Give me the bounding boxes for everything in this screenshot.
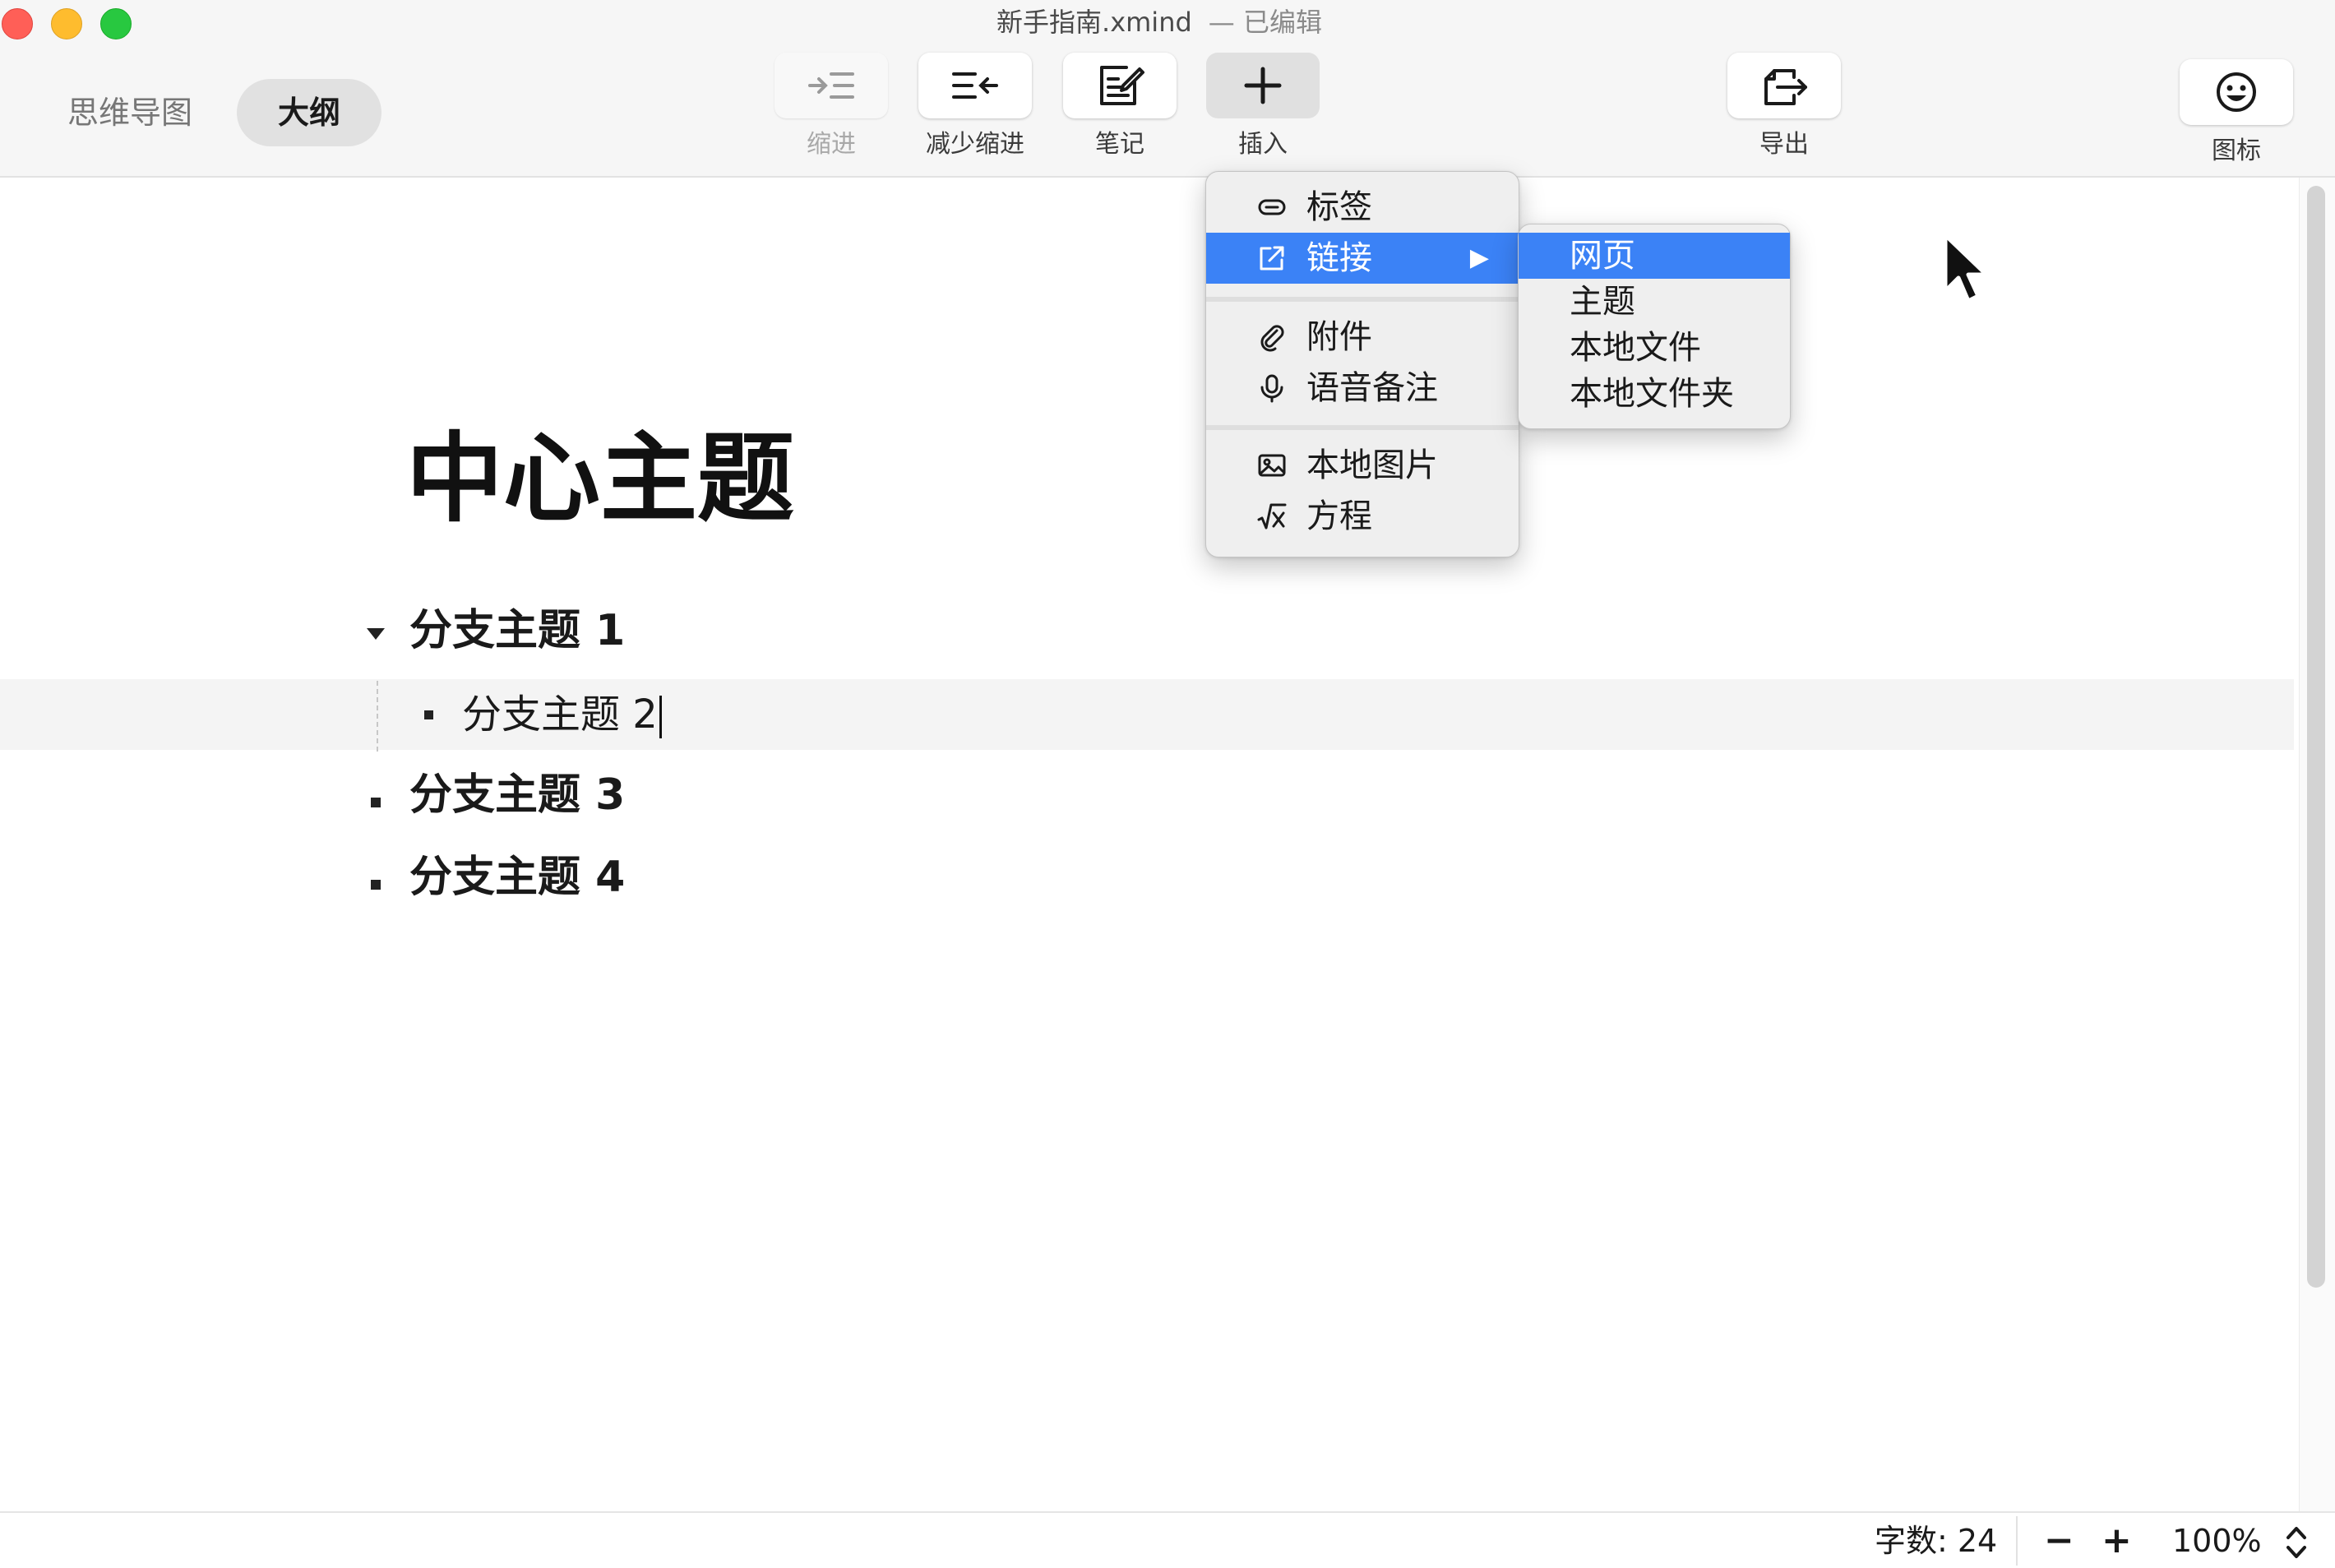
menu-item-label: 本地图片	[1306, 446, 1438, 484]
external-link-icon	[1260, 246, 1284, 271]
zoom-stepper-icon[interactable]	[2284, 1523, 2309, 1562]
menu-item-tag[interactable]: 标签	[1206, 182, 1519, 233]
word-count: 字数: 24	[1875, 1523, 1998, 1559]
submenu-item-label: 本地文件	[1570, 329, 1701, 367]
menu-item-label: 链接	[1306, 239, 1372, 277]
tag-icon	[1258, 199, 1286, 215]
menu-item-link[interactable]: 链接 ▶	[1206, 233, 1519, 284]
menu-item-equation[interactable]: 方程	[1206, 491, 1519, 542]
menu-item-label: 附件	[1306, 318, 1372, 356]
view-mindmap-tab[interactable]: 思维导图	[36, 79, 224, 146]
window-title: 新手指南.xmind — 已编辑	[0, 3, 2319, 41]
smiley-icon	[2217, 72, 2256, 112]
indent-icon	[808, 72, 854, 99]
branch-topic-1[interactable]: 分支主题 1	[409, 602, 625, 659]
submenu-item-topic[interactable]: 主题	[1519, 279, 1790, 325]
submenu-arrow-icon: ▶	[1469, 243, 1489, 272]
status-bar: 字数: 24 − + 100%	[0, 1511, 2335, 1568]
icons-button[interactable]	[2180, 59, 2293, 125]
menu-item-label: 方程	[1306, 497, 1372, 535]
bullet-icon	[371, 880, 381, 890]
mouse-pointer-icon	[1943, 233, 1989, 303]
insert-tool[interactable]: 插入	[1205, 53, 1320, 161]
zoom-level[interactable]: 100%	[2172, 1519, 2262, 1562]
plus-icon	[1244, 67, 1282, 104]
outdent-button[interactable]	[918, 53, 1032, 118]
export-tool[interactable]: 导出	[1727, 53, 1842, 161]
submenu-item-label: 本地文件夹	[1570, 375, 1734, 413]
equation-icon	[1257, 503, 1287, 530]
export-icon	[1764, 69, 1807, 105]
microphone-icon	[1260, 374, 1283, 403]
image-icon	[1258, 454, 1286, 477]
export-label: 导出	[1759, 130, 1809, 159]
edited-status: — 已编辑	[1208, 7, 1322, 38]
subtopic-text[interactable]: 分支主题 2	[462, 691, 658, 738]
outdent-tool[interactable]: 减少缩进	[918, 53, 1033, 161]
menu-item-attachment[interactable]: 附件	[1206, 312, 1519, 363]
menu-separator	[1206, 425, 1519, 430]
icons-label: 图标	[2212, 136, 2261, 165]
menu-item-label: 标签	[1306, 188, 1372, 226]
outdent-icon	[952, 72, 998, 99]
submenu-item-local-file[interactable]: 本地文件	[1519, 325, 1790, 371]
note-edit-icon	[1100, 66, 1144, 105]
menu-item-local-image[interactable]: 本地图片	[1206, 440, 1519, 491]
insert-label: 插入	[1238, 130, 1288, 159]
status-divider	[2016, 1516, 2018, 1566]
menu-item-voice-note[interactable]: 语音备注	[1206, 363, 1519, 414]
submenu-item-label: 主题	[1570, 283, 1635, 321]
selected-row-highlight	[0, 679, 2294, 750]
collapse-triangle-icon[interactable]	[367, 628, 385, 640]
zoom-out-button[interactable]: −	[2044, 1519, 2074, 1562]
view-outline-tab[interactable]: 大纲	[237, 79, 381, 146]
export-button[interactable]	[1727, 53, 1841, 118]
notes-tool[interactable]: 笔记	[1062, 53, 1177, 161]
document-filename: 新手指南.xmind	[996, 7, 1192, 38]
indent-guide	[377, 681, 378, 752]
insert-dropdown-menu: 标签 链接 ▶ 附件 语音备注 本地图片 方程	[1205, 171, 1519, 557]
scrollbar-thumb[interactable]	[2307, 186, 2325, 1288]
link-submenu: 网页 主题 本地文件 本地文件夹	[1518, 224, 1791, 429]
indent-button[interactable]	[774, 53, 888, 118]
bullet-icon	[424, 710, 433, 719]
text-caret	[659, 696, 662, 738]
subtopic-row[interactable]: 分支主题 2	[462, 686, 662, 743]
title-toolbar-area: 新手指南.xmind — 已编辑 思维导图 大纲 缩进 减少缩进 笔记 插入 导…	[0, 0, 2335, 178]
indent-tool[interactable]: 缩进	[774, 53, 889, 161]
submenu-item-webpage[interactable]: 网页	[1519, 233, 1790, 279]
insert-button[interactable]	[1206, 53, 1320, 118]
notes-label: 笔记	[1095, 130, 1144, 159]
branch-topic-3[interactable]: 分支主题 3	[409, 766, 625, 824]
menu-separator	[1206, 297, 1519, 302]
outline-editor[interactable]: 中心主题 分支主题 1 分支主题 2 分支主题 3 分支主题 4	[0, 178, 2294, 1511]
branch-topic-4[interactable]: 分支主题 4	[409, 849, 625, 906]
central-topic[interactable]: 中心主题	[406, 421, 794, 536]
submenu-item-label: 网页	[1570, 237, 1635, 275]
outdent-label: 减少缩进	[926, 130, 1024, 159]
menu-item-label: 语音备注	[1306, 369, 1438, 407]
submenu-item-local-folder[interactable]: 本地文件夹	[1519, 371, 1790, 417]
zoom-in-button[interactable]: +	[2102, 1519, 2132, 1562]
paperclip-icon	[1260, 325, 1284, 352]
bullet-icon	[371, 798, 381, 807]
notes-button[interactable]	[1063, 53, 1177, 118]
icons-tool[interactable]: 图标	[2179, 59, 2294, 168]
indent-label: 缩进	[807, 130, 856, 159]
